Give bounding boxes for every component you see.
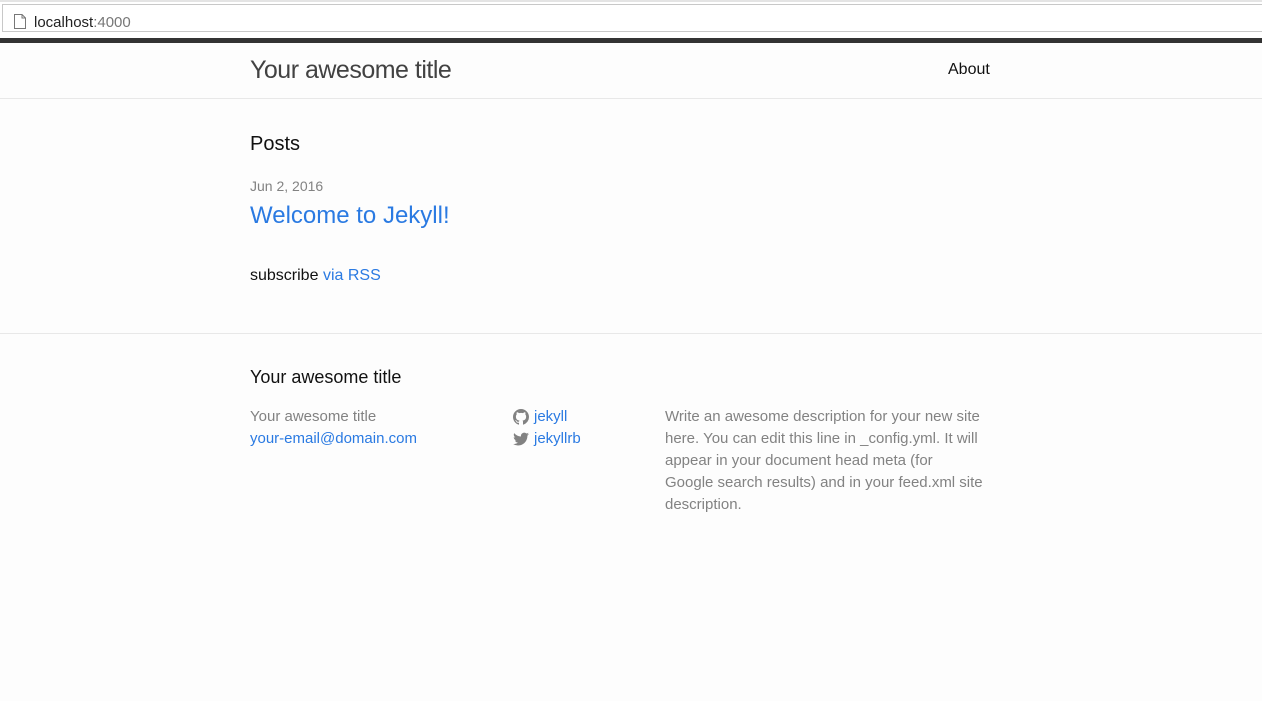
footer-description: Write an awesome description for your ne… (665, 408, 983, 513)
browser-address-bar: localhost:4000 (0, 0, 1262, 38)
post-date: Jun 2, 2016 (250, 178, 324, 194)
page-icon (14, 14, 26, 29)
social-github[interactable]: jekyll (513, 406, 581, 428)
site-header: Your awesome title About (0, 43, 1262, 99)
twitter-icon (513, 432, 529, 446)
footer-site-name: Your awesome title (250, 408, 377, 425)
footer-heading: Your awesome title (250, 367, 402, 387)
footer-email-link[interactable]: your-email@domain.com (250, 428, 417, 450)
posts-heading: Posts (250, 133, 301, 155)
url-field[interactable]: localhost:4000 (2, 4, 1262, 32)
url-text: localhost:4000 (34, 14, 131, 32)
url-port: :4000 (93, 14, 131, 31)
nav-link-about[interactable]: About (948, 60, 990, 80)
footer-divider (0, 333, 1262, 334)
rss-subscribe: subscribe via RSS (250, 266, 381, 285)
social-twitter[interactable]: jekyllrb (513, 428, 581, 450)
rss-link[interactable]: via RSS (323, 267, 381, 284)
github-link[interactable]: jekyll (534, 406, 567, 428)
footer-contact: Your awesome title your-email@domain.com (250, 406, 417, 450)
footer-social: jekyll jekyllrb (513, 406, 581, 450)
tab-strip-edge (0, 0, 1262, 2)
site-title-link[interactable]: Your awesome title (250, 55, 452, 85)
post-title-link[interactable]: Welcome to Jekyll! (250, 202, 450, 230)
github-icon (513, 409, 529, 425)
url-host: localhost (34, 14, 94, 31)
rss-prefix: subscribe (250, 267, 319, 284)
twitter-link[interactable]: jekyllrb (534, 428, 581, 450)
